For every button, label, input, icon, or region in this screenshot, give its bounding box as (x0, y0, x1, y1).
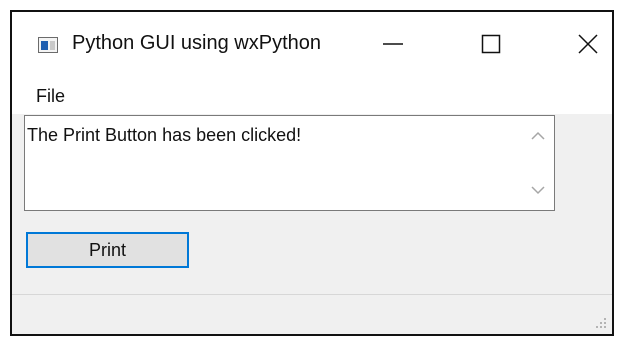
maximize-button[interactable] (461, 22, 521, 66)
output-textarea[interactable]: The Print Button has been clicked! (24, 115, 555, 211)
close-icon (578, 34, 598, 54)
vertical-scrollbar[interactable] (522, 116, 554, 210)
app-window: Python GUI using wxPython File The Print… (10, 10, 614, 336)
close-button[interactable] (558, 22, 612, 66)
menu-bar: File (12, 80, 612, 114)
window-title: Python GUI using wxPython (72, 32, 322, 54)
maximize-icon (481, 34, 501, 54)
scroll-up-icon[interactable] (530, 130, 546, 142)
title-bar[interactable]: Python GUI using wxPython (12, 12, 612, 80)
menu-item-file[interactable]: File (36, 86, 65, 107)
minimize-icon (383, 43, 403, 45)
scroll-down-icon[interactable] (530, 184, 546, 196)
resize-grip-icon[interactable] (594, 316, 608, 330)
textarea-content[interactable]: The Print Button has been clicked! (27, 125, 301, 146)
status-bar (12, 294, 612, 334)
print-button[interactable]: Print (26, 232, 189, 268)
minimize-button[interactable] (363, 22, 423, 66)
app-window-icon (38, 37, 58, 53)
